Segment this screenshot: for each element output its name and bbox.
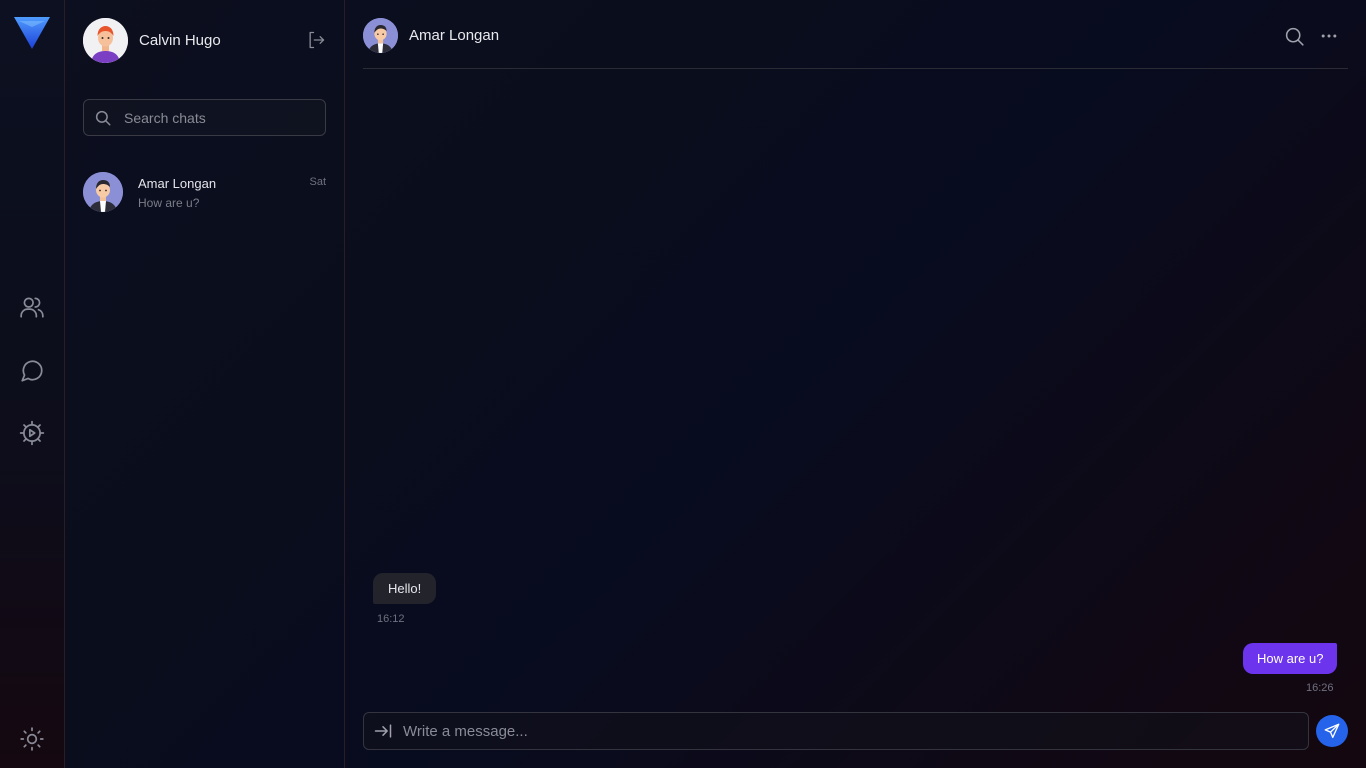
more-options-icon[interactable] xyxy=(1318,26,1340,46)
chat-list-item[interactable]: Amar Longan How are u? Sat xyxy=(83,172,326,214)
message-input[interactable] xyxy=(403,722,1283,740)
logout-icon[interactable] xyxy=(306,30,326,50)
user-name: Calvin Hugo xyxy=(139,32,221,49)
send-button[interactable] xyxy=(1316,715,1348,747)
incoming-message-bubble[interactable]: Hello! xyxy=(373,573,437,604)
contact-avatar xyxy=(83,172,123,212)
nav-rail xyxy=(0,0,65,768)
chats-nav-button[interactable] xyxy=(18,357,46,385)
chat-bubble-icon xyxy=(21,360,43,382)
search-icon xyxy=(95,110,111,125)
users-icon xyxy=(20,297,44,318)
incoming-message-time: 16:12 xyxy=(377,613,405,625)
user-profile: Calvin Hugo xyxy=(83,18,221,63)
contacts-nav-button[interactable] xyxy=(18,293,46,321)
conversation-title: Amar Longan xyxy=(409,27,500,44)
conversation-panel: Amar Longan Hello! 16:12 How are u? 16:2… xyxy=(345,0,1366,768)
outgoing-message-time: 16:26 xyxy=(1306,682,1334,694)
conversation-header: Amar Longan xyxy=(363,0,1348,69)
search-icon[interactable] xyxy=(1284,26,1305,47)
attach-arrow-icon[interactable] xyxy=(373,721,393,741)
header-contact-avatar[interactable] xyxy=(363,18,398,53)
settings-gear-icon xyxy=(19,420,45,446)
user-avatar[interactable] xyxy=(83,18,128,63)
send-icon xyxy=(1324,723,1340,739)
chat-search-box xyxy=(83,99,326,136)
chat-search-input[interactable] xyxy=(124,109,314,126)
chat-contact-name: Amar Longan xyxy=(138,176,217,191)
sun-icon xyxy=(20,727,44,751)
theme-toggle-button[interactable] xyxy=(18,725,46,753)
outgoing-message-bubble[interactable]: How are u? xyxy=(1243,643,1338,674)
settings-nav-button[interactable] xyxy=(18,419,46,447)
chat-last-message: How are u? xyxy=(138,196,200,210)
chat-sidebar: Calvin Hugo Amar Longan How are xyxy=(65,0,345,768)
app-logo[interactable] xyxy=(14,17,50,49)
chat-timestamp: Sat xyxy=(309,176,326,188)
message-composer xyxy=(363,712,1309,750)
